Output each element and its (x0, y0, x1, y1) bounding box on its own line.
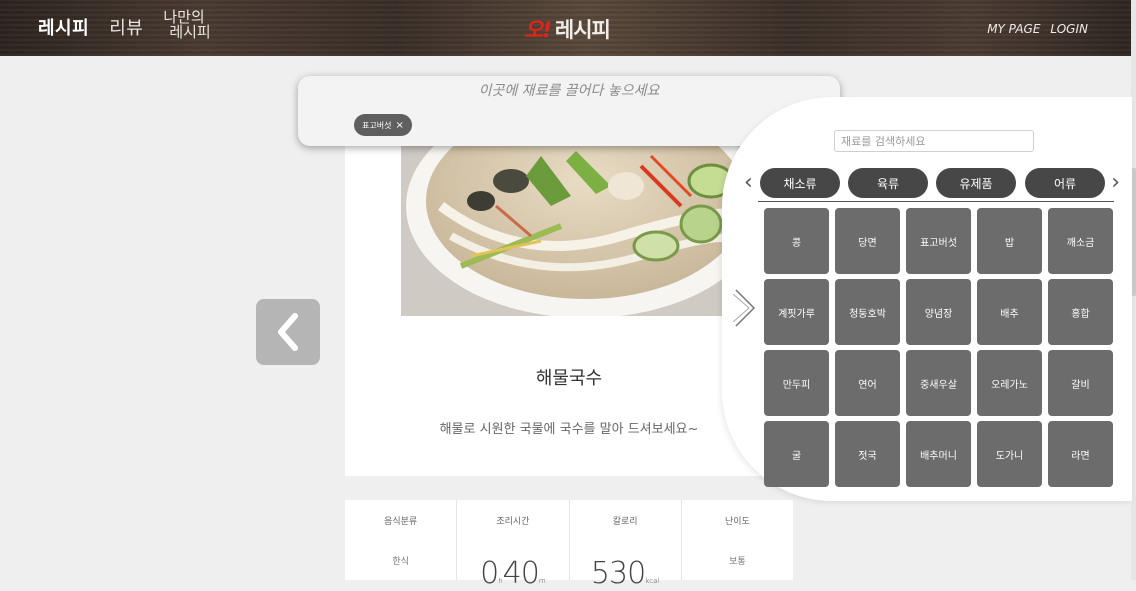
category-divider (758, 201, 1114, 202)
nav-review[interactable]: 리뷰 (109, 14, 143, 40)
category-tab-meat[interactable]: 육류 (848, 168, 928, 198)
ingredient-tile[interactable]: 배추머니 (906, 421, 971, 487)
info-difficulty: 난이도 보통 (682, 500, 793, 580)
chevron-right-icon (732, 289, 756, 327)
recipe-photo (401, 146, 761, 316)
ingredient-tile[interactable]: 콩 (764, 208, 829, 274)
ingredient-tile[interactable]: 청둥호박 (835, 279, 900, 345)
category-tab-vegetable[interactable]: 채소류 (760, 168, 840, 198)
my-page-link[interactable]: MY PAGE (987, 22, 1040, 36)
info-difficulty-label: 난이도 (724, 517, 750, 527)
ingredient-tile[interactable]: 도가니 (977, 421, 1042, 487)
ingredient-tile[interactable]: 젓국 (835, 421, 900, 487)
info-category-value: 한식 (392, 557, 409, 567)
ingredient-tile[interactable]: 밥 (977, 208, 1042, 274)
ingredient-tile[interactable]: 라면 (1048, 421, 1113, 487)
info-difficulty-value: 보통 (729, 557, 746, 567)
ingredient-tile[interactable]: 오레가노 (977, 350, 1042, 416)
nav-my-recipe-line2: 레시피 (169, 23, 211, 41)
info-calorie: 칼로리 530kcal (570, 500, 682, 591)
chevron-left-icon (278, 313, 298, 351)
ingredient-grid: 콩 당면 표고버섯 밥 깨소금 계핏가루 청둥호박 양념장 배추 홍합 만두피 … (764, 208, 1113, 487)
ingredient-tile[interactable]: 홍합 (1048, 279, 1113, 345)
logo-accent: 오! (524, 18, 552, 42)
site-logo[interactable]: 오! 레시피 (524, 14, 611, 44)
info-category-label: 음식분류 (384, 517, 418, 527)
category-next-icon[interactable]: › (1111, 172, 1120, 194)
chip-label: 표고버섯 (362, 120, 392, 130)
ingredient-search-input[interactable] (834, 130, 1034, 152)
ingredient-tile[interactable]: 계핏가루 (764, 279, 829, 345)
ingredient-tile[interactable]: 굴 (764, 421, 829, 487)
panel-toggle-button[interactable] (732, 288, 758, 332)
recipe-info-table: 음식분류 한식 조리시간 0h40m 칼로리 530kcal 난이도 보통 (345, 500, 793, 591)
category-tabs: ‹ 채소류 육류 유제품 어류 › (744, 168, 1120, 202)
main-nav: 레시피 리뷰 나만의 레시피 (38, 10, 211, 40)
category-prev-icon[interactable]: ‹ (744, 172, 753, 194)
ingredient-tile[interactable]: 갈비 (1048, 350, 1113, 416)
ingredient-tile[interactable]: 만두피 (764, 350, 829, 416)
info-calorie-label: 칼로리 (612, 517, 638, 527)
dropzone-hint: 이곳에 재료를 끌어다 놓으세요 (478, 83, 660, 99)
login-link[interactable]: LOGIN (1050, 22, 1088, 36)
logo-text: 레시피 (554, 18, 611, 42)
header-user-links: MY PAGE LOGIN (987, 22, 1088, 36)
info-category: 음식분류 한식 (345, 500, 458, 580)
info-time-label: 조리시간 (496, 517, 530, 527)
info-time-value: 0h40m (480, 556, 546, 591)
info-time: 조리시간 0h40m (457, 500, 570, 591)
info-calorie-value: 530kcal (590, 556, 660, 591)
category-tab-dairy[interactable]: 유제품 (936, 168, 1016, 198)
ingredient-panel: ‹ 채소류 육류 유제품 어류 › 콩 당면 표고버섯 밥 깨소금 계핏가루 청… (722, 97, 1132, 501)
nav-recipe[interactable]: 레시피 (38, 14, 89, 40)
category-tab-fish[interactable]: 어류 (1025, 168, 1105, 198)
ingredient-tile[interactable]: 깨소금 (1048, 208, 1113, 274)
chip-remove-icon[interactable]: × (395, 120, 403, 131)
ingredient-tile[interactable]: 중새우살 (906, 350, 971, 416)
ingredient-tile[interactable]: 표고버섯 (906, 208, 971, 274)
nav-my-recipe[interactable]: 나만의 레시피 (163, 10, 210, 40)
top-header: 레시피 리뷰 나만의 레시피 오! 레시피 MY PAGE LOGIN (0, 0, 1132, 56)
ingredient-tile[interactable]: 배추 (977, 279, 1042, 345)
ingredient-tile[interactable]: 연어 (835, 350, 900, 416)
previous-recipe-button[interactable] (256, 299, 320, 365)
ingredient-tile[interactable]: 양념장 (906, 279, 971, 345)
ingredient-chip[interactable]: 표고버섯 × (354, 114, 412, 136)
ingredient-tile[interactable]: 당면 (835, 208, 900, 274)
